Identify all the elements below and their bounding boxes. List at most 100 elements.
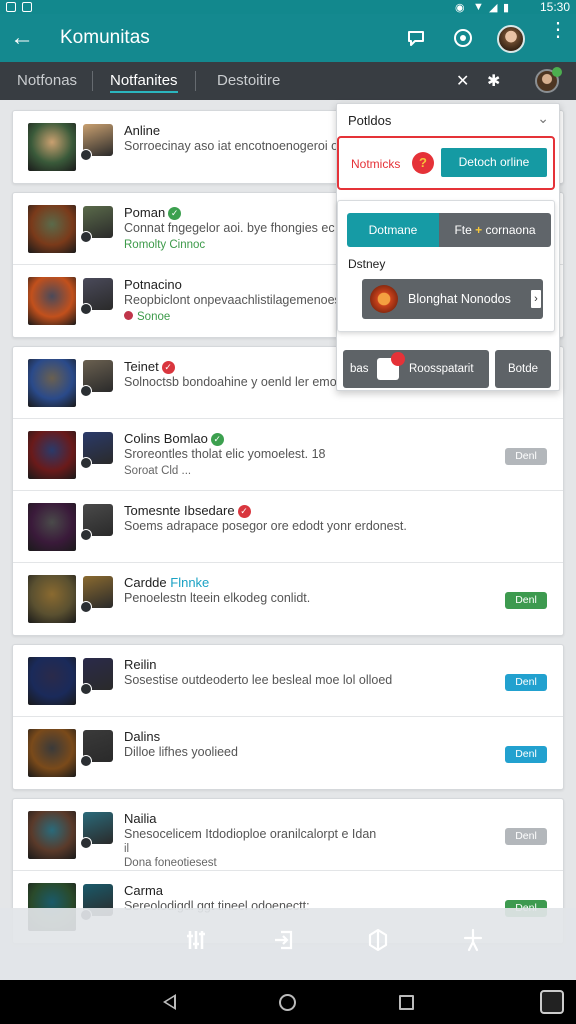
- tab-divider: [195, 71, 196, 91]
- keyboard-icon[interactable]: [540, 990, 564, 1014]
- pin-icon[interactable]: [455, 922, 491, 958]
- shuffle-icon[interactable]: ✕: [456, 71, 469, 91]
- item-description: Snesocelicem Itdodioploe oranilcalorpt e…: [124, 827, 377, 841]
- detach-online-button[interactable]: Detoch orline: [441, 148, 547, 177]
- user-avatar[interactable]: [80, 504, 113, 541]
- chat-icon[interactable]: [404, 26, 428, 50]
- chevron-down-icon[interactable]: ⌄: [537, 110, 549, 127]
- back-arrow-icon[interactable]: ←: [10, 24, 34, 52]
- item-action-button[interactable]: Denl: [505, 592, 547, 609]
- item-action-button[interactable]: Denl: [505, 746, 547, 763]
- item-action-button[interactable]: Denl: [505, 674, 547, 691]
- sliders-icon[interactable]: [178, 922, 214, 958]
- item-title-text: Anline: [124, 123, 161, 138]
- item-description: Penoelestn lteein elkodeg conlidt.: [124, 591, 311, 605]
- item-title-text: Tomesnte Ibsedare: [124, 503, 235, 518]
- level-badge: [80, 231, 92, 243]
- game-thumbnail[interactable]: [28, 503, 76, 551]
- tab-divider: [92, 71, 93, 91]
- roosspatarit-button[interactable]: bas Roosspatarit: [343, 350, 489, 388]
- box-icon[interactable]: [360, 922, 396, 958]
- profile-avatar[interactable]: [497, 25, 525, 53]
- item-description: Dilloe lifhes yoolieed: [124, 745, 238, 759]
- level-badge: [80, 529, 92, 541]
- game-thumbnail[interactable]: [28, 205, 76, 253]
- notification-icon: [22, 2, 32, 12]
- more-vert-icon[interactable]: ⋮: [548, 20, 568, 40]
- game-thumbnail[interactable]: [28, 359, 76, 407]
- segment-right[interactable]: Fte + cornaona: [439, 213, 551, 247]
- item-title: Reilin: [124, 657, 157, 672]
- level-badge: [80, 683, 92, 695]
- botde-button[interactable]: Botde: [495, 350, 551, 388]
- item-action-button[interactable]: Denl: [505, 448, 547, 465]
- tab-notfonas[interactable]: Notfonas: [17, 72, 77, 89]
- item-description: Sosestise outdeoderto lee besleal moe lo…: [124, 673, 393, 687]
- segment-left[interactable]: Dotmane: [347, 213, 439, 247]
- list-item[interactable]: Reilin Sosestise outdeoderto lee besleal …: [13, 645, 563, 717]
- game-thumbnail[interactable]: [28, 277, 76, 325]
- item-title: Teinet ✓: [124, 359, 175, 374]
- item-title: Cardde Flnnke: [124, 575, 209, 590]
- item-title: Tomesnte Ibsedare ✓: [124, 503, 251, 518]
- item-title-highlight: Flnnke: [170, 575, 210, 590]
- roosspatarit-prefix: bas: [350, 363, 369, 375]
- item-title: Nailia: [124, 811, 157, 826]
- item-title-text: Colins Bomlao: [124, 431, 208, 446]
- document-icon: [377, 352, 405, 380]
- item-title: Anline: [124, 123, 160, 138]
- item-title-text: Teinet: [124, 359, 159, 374]
- user-avatar[interactable]: [80, 730, 113, 767]
- item-extra: il: [124, 843, 130, 855]
- item-title: Dalins: [124, 729, 160, 744]
- item-subtitle: Dona foneotiesest: [124, 857, 217, 869]
- level-badge: [80, 457, 92, 469]
- nav-home-icon[interactable]: [279, 994, 296, 1011]
- user-avatar[interactable]: [80, 278, 113, 315]
- tab-destoitire[interactable]: Destoitire: [217, 72, 280, 89]
- bottom-toolbar: [0, 908, 576, 980]
- nav-back-icon[interactable]: [163, 994, 176, 1010]
- user-avatar[interactable]: [80, 576, 113, 613]
- item-title: Poman ✓: [124, 205, 182, 220]
- notification-icon: [6, 2, 16, 12]
- list-item[interactable]: Cardde Flnnke Penoelestn lteein elkodeg c…: [13, 563, 563, 635]
- list-item[interactable]: Nailia Snesocelicem Itdodioploe oranilcal…: [13, 799, 563, 871]
- game-thumbnail[interactable]: [28, 811, 76, 859]
- notification-alert-icon: ?: [412, 152, 434, 174]
- target-icon[interactable]: [451, 26, 475, 50]
- user-avatar[interactable]: [80, 360, 113, 397]
- dropdown-panel: Potldos ⌄ Notmicks ? Detoch orline Dotma…: [336, 103, 560, 391]
- blonghat-button-label: Blonghat Nonodos: [408, 292, 511, 306]
- game-thumbnail[interactable]: [28, 729, 76, 777]
- list-item[interactable]: Colins Bomlao ✓ Sroreontles tholat elic yo…: [13, 419, 563, 491]
- user-avatar[interactable]: [80, 124, 113, 161]
- game-thumbnail[interactable]: [28, 575, 76, 623]
- wifi-icon: ▼: [473, 1, 484, 13]
- bluetooth-icon[interactable]: ✱: [487, 71, 500, 91]
- tab-notfanites[interactable]: Notfanites: [110, 72, 178, 93]
- alert-badge-icon: ✓: [237, 505, 251, 518]
- blonghat-button[interactable]: Blonghat Nonodos ›: [362, 279, 543, 319]
- list-item[interactable]: Tomesnte Ibsedare ✓ Soems adrapace posegor…: [13, 491, 563, 563]
- user-avatar[interactable]: [80, 812, 113, 849]
- system-nav-bar: [0, 980, 576, 1024]
- user-avatar[interactable]: [80, 432, 113, 469]
- user-avatar[interactable]: [80, 206, 113, 243]
- segment-right-prefix: Fte: [454, 223, 472, 237]
- clock: 15:30: [539, 0, 570, 14]
- game-thumbnail[interactable]: [28, 431, 76, 479]
- list-item[interactable]: Dalins Dilloe lifhes yoolieed Denl: [13, 717, 563, 789]
- nav-recents-icon[interactable]: [399, 995, 414, 1010]
- export-icon[interactable]: [267, 922, 303, 958]
- app-bar: ← Komunitas ⋮: [0, 14, 576, 62]
- level-badge: [80, 601, 92, 613]
- game-thumbnail[interactable]: [28, 123, 76, 171]
- user-avatar[interactable]: [80, 658, 113, 695]
- item-title-text: Reilin: [124, 657, 157, 672]
- item-title: Colins Bomlao ✓: [124, 431, 224, 446]
- item-action-button[interactable]: Denl: [505, 828, 547, 845]
- chevron-right-icon: ›: [531, 290, 541, 308]
- item-title: Potnacino: [124, 277, 182, 292]
- game-thumbnail[interactable]: [28, 657, 76, 705]
